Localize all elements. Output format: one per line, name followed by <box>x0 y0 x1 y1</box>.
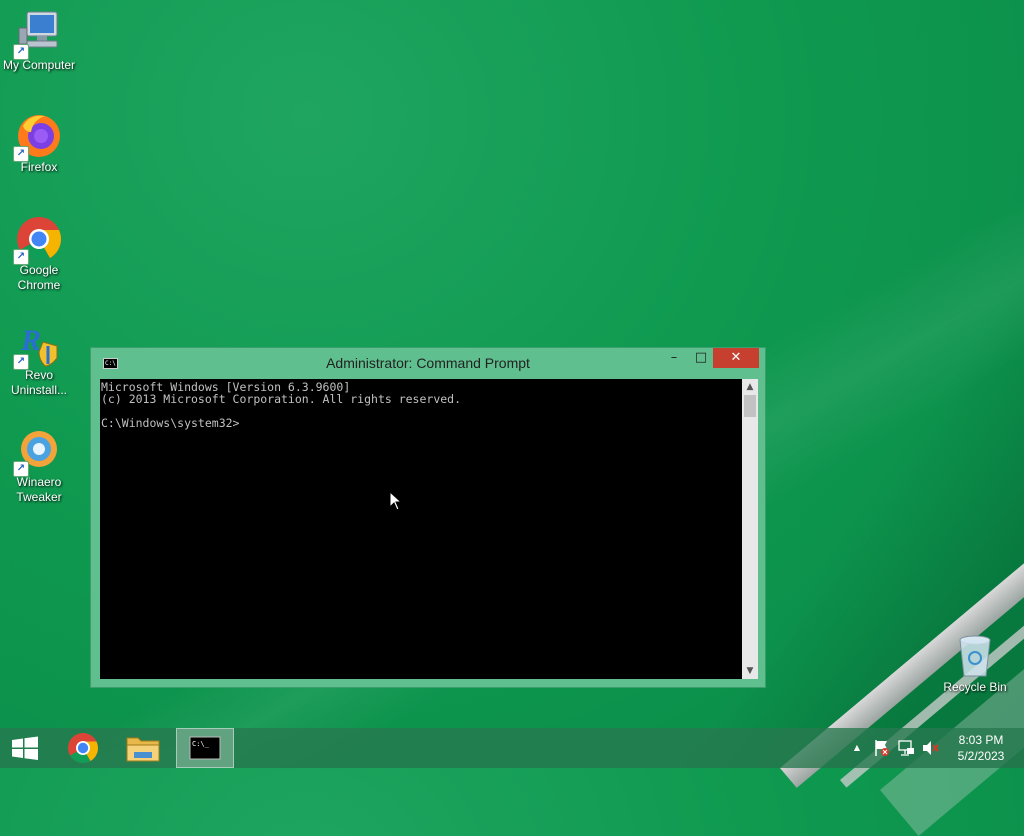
volume-muted-icon[interactable] <box>920 728 940 768</box>
scroll-down-icon[interactable]: ▼ <box>742 663 758 679</box>
show-hidden-icons-button[interactable]: ▲ <box>850 728 864 768</box>
desktop-icon-my-computer[interactable]: ↗ My Computer <box>0 10 78 73</box>
console-output[interactable]: Microsoft Windows [Version 6.3.9600] (c) … <box>100 379 742 679</box>
shortcut-arrow-icon: ↗ <box>13 44 29 60</box>
desktop-icon-label: Revo Uninstall... <box>10 368 68 397</box>
desktop-icon-label: Google Chrome <box>17 263 61 292</box>
scroll-thumb[interactable] <box>744 395 756 417</box>
desktop-icon-recycle-bin[interactable]: Recycle Bin <box>936 632 1014 695</box>
file-explorer-icon <box>126 737 160 762</box>
desktop-icon-google-chrome[interactable]: ↗ Google Chrome <box>0 215 78 293</box>
firefox-icon: ↗ <box>13 112 63 162</box>
action-center-flag-icon[interactable] <box>872 728 892 768</box>
shortcut-arrow-icon: ↗ <box>13 461 29 477</box>
chevron-up-icon: ▲ <box>853 743 861 752</box>
svg-text:R: R <box>20 324 41 357</box>
shortcut-arrow-icon: ↗ <box>13 146 29 162</box>
mouse-cursor-icon <box>389 490 403 511</box>
desktop-icon-revo-uninstaller[interactable]: R ↗ Revo Uninstall... <box>0 320 78 398</box>
desktop-icon-winaero-tweaker[interactable]: ↗ Winaero Tweaker <box>0 427 78 505</box>
command-prompt-icon: C:\_ <box>189 736 221 760</box>
maximize-button[interactable]: □ <box>688 348 714 368</box>
network-icon[interactable] <box>896 728 916 768</box>
close-button[interactable]: ✕ <box>713 348 759 368</box>
command-prompt-window[interactable]: C:\ Administrator: Command Prompt – □ ✕ … <box>90 347 766 688</box>
desktop-icon-label: Firefox <box>20 160 58 174</box>
taskbar-file-explorer-button[interactable] <box>114 728 172 768</box>
vertical-scrollbar[interactable]: ▲ ▼ <box>742 379 758 679</box>
chrome-icon <box>68 733 98 764</box>
desktop-icon-label: Recycle Bin <box>943 680 1007 694</box>
window-title-bar[interactable]: C:\ Administrator: Command Prompt – □ ✕ <box>91 348 765 378</box>
taskbar: C:\_ ▲ 8:03 PM 5/2/2023 <box>0 728 1024 768</box>
winaero-tweaker-icon: ↗ <box>13 427 63 477</box>
desktop-icon-label: My Computer <box>2 58 76 72</box>
console-line: (c) 2013 Microsoft Corporation. All righ… <box>101 392 462 406</box>
taskbar-chrome-button[interactable] <box>54 728 112 768</box>
chrome-icon: ↗ <box>13 215 63 265</box>
computer-icon: ↗ <box>13 10 63 60</box>
svg-text:C:\_: C:\_ <box>192 740 210 748</box>
clock-time: 8:03 PM <box>958 733 1004 747</box>
minimize-button[interactable]: – <box>661 348 687 368</box>
recycle-bin-icon <box>951 632 999 680</box>
start-button[interactable] <box>0 728 50 768</box>
desktop-icon-label: Winaero Tweaker <box>16 475 62 504</box>
clock-date: 5/2/2023 <box>957 749 1005 763</box>
revo-uninstaller-icon: R ↗ <box>13 320 63 370</box>
shortcut-arrow-icon: ↗ <box>13 249 29 265</box>
shortcut-arrow-icon: ↗ <box>13 354 29 370</box>
desktop-icon-firefox[interactable]: ↗ Firefox <box>0 112 78 175</box>
windows-logo-icon <box>12 736 38 760</box>
scroll-up-icon[interactable]: ▲ <box>742 379 758 395</box>
taskbar-clock[interactable]: 8:03 PM 5/2/2023 <box>948 732 1014 764</box>
taskbar-command-prompt-button[interactable]: C:\_ <box>176 728 234 768</box>
console-prompt: C:\Windows\system32> <box>101 416 240 430</box>
